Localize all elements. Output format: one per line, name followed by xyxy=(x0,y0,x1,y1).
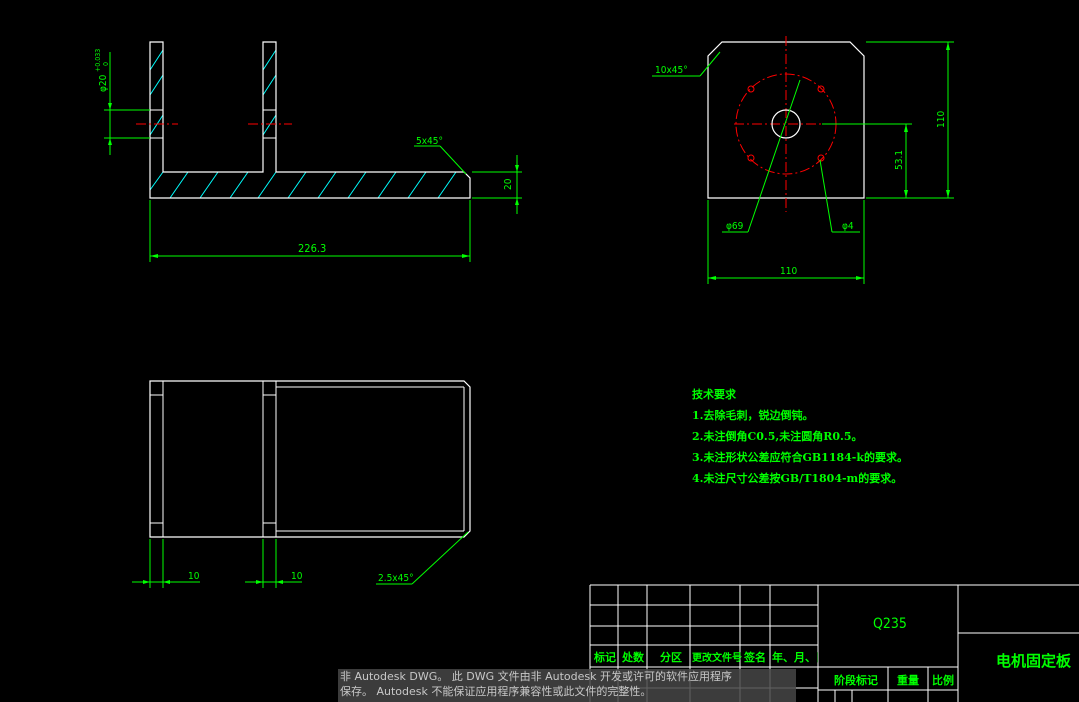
part-name: 电机固定板 xyxy=(996,652,1072,670)
watermark-line-2: 保存。 Autodesk 不能保证应用程序兼容性或此文件的完整性。 xyxy=(340,685,652,698)
tech-requirement-item: 2.未注倒角C0.5,未注圆角R0.5。 xyxy=(692,430,863,443)
tech-requirement-item: 4.未注尺寸公差按GB/T1804-m的要求。 xyxy=(692,472,903,485)
dim-chamfer-side: 10x45° xyxy=(655,65,688,76)
front-view-dimensions xyxy=(104,52,522,262)
side-view: 110 110 53.1 10x45° φ69 φ4 xyxy=(652,36,954,284)
dim-length: 226.3 xyxy=(298,242,326,255)
tech-requirements: 技术要求 1.去除毛刺，锐边倒钝。 2.未注倒角C0.5,未注圆角R0.5。 3… xyxy=(692,384,908,489)
dim-chamfer-front: 5x45° xyxy=(416,136,443,147)
col-stage: 阶段标记 xyxy=(834,674,878,687)
dwg-watermark: 非 Autodesk DWG。 此 DWG 文件由非 Autodesk 开发或许… xyxy=(338,669,796,702)
front-view-hatch xyxy=(149,49,457,199)
top-view-outline xyxy=(149,380,471,538)
dim-bore-tol-upper: +0.033 xyxy=(94,49,102,72)
col-doc: 更改文件号 xyxy=(692,653,742,664)
dim-pcd: φ69 xyxy=(726,221,744,232)
col-count: 处数 xyxy=(622,651,644,664)
watermark-line-1: 非 Autodesk DWG。 此 DWG 文件由非 Autodesk 开发或许… xyxy=(340,670,732,683)
col-sign: 签名 xyxy=(744,651,766,664)
front-view-outline xyxy=(149,41,471,199)
col-weight: 重量 xyxy=(897,674,919,687)
dim-top-left: 10 xyxy=(188,571,200,582)
top-view: 10 10 2.5x45° xyxy=(132,380,471,588)
front-view: 226.3 20 5x45° φ20 +0.033 0 xyxy=(94,41,522,262)
dim-bore: φ20 xyxy=(98,74,109,92)
dim-height: 20 xyxy=(503,178,514,190)
dim-chamfer-top: 2.5x45° xyxy=(378,573,414,584)
dim-height-side: 110 xyxy=(936,111,947,128)
col-date: 年、月、日 xyxy=(772,651,818,664)
dim-bore-tol-lower: 0 xyxy=(102,62,110,66)
dim-top-right: 10 xyxy=(291,571,303,582)
dim-hole: φ4 xyxy=(842,221,854,232)
col-mark: 标记 xyxy=(594,651,616,664)
tech-requirement-item: 3.未注形状公差应符合GB1184-k的要求。 xyxy=(692,451,908,464)
tech-requirement-item: 1.去除毛刺，锐边倒钝。 xyxy=(692,409,814,422)
side-view-dimensions xyxy=(652,41,954,284)
material-label: Q235 xyxy=(873,616,907,632)
dim-width: 110 xyxy=(780,266,797,277)
cad-drawing-canvas: 226.3 20 5x45° φ20 +0.033 0 110 110 53.1… xyxy=(94,36,1079,702)
tech-requirements-title: 技术要求 xyxy=(692,388,736,401)
col-scale: 比例 xyxy=(932,674,954,687)
col-zone: 分区 xyxy=(660,651,682,664)
dim-center: 53.1 xyxy=(894,150,905,170)
